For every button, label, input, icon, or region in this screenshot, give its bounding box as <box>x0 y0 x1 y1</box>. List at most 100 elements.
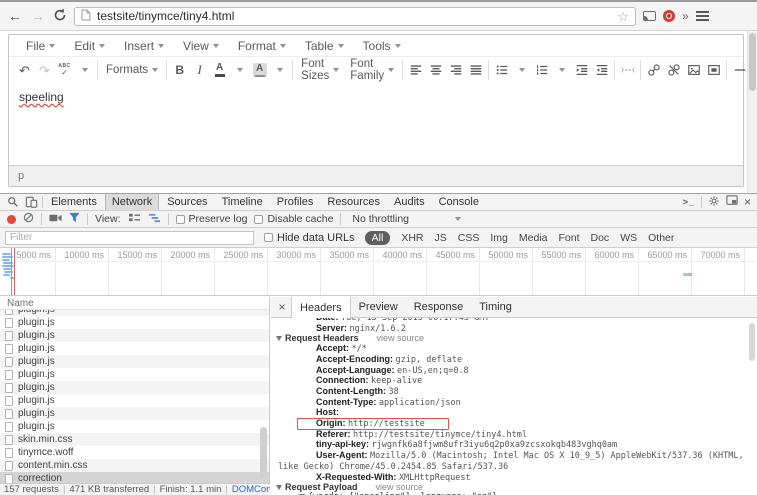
numbered-list-dropdown[interactable] <box>552 60 571 80</box>
element-path[interactable]: p <box>18 170 24 182</box>
text-color-dropdown[interactable] <box>230 60 249 80</box>
formats-dropdown[interactable]: Formats <box>101 64 163 76</box>
filmstrip-button[interactable] <box>49 213 62 226</box>
view-list-button[interactable] <box>128 212 141 226</box>
checkbox-icon[interactable] <box>254 215 263 224</box>
checkbox-icon[interactable] <box>176 215 185 224</box>
tab-response[interactable]: Response <box>406 297 472 317</box>
disable-cache-checkbox[interactable]: Disable cache <box>254 213 333 225</box>
requests-scrollbar-thumb[interactable] <box>260 427 267 479</box>
hide-data-urls-checkbox[interactable]: Hide data URLs <box>264 232 355 244</box>
font-family-dropdown[interactable]: Font Family <box>345 58 399 82</box>
details-scrollbar-thumb[interactable] <box>749 323 755 361</box>
menu-view[interactable]: View <box>174 35 229 56</box>
undo-button[interactable]: ↶ <box>15 60 34 80</box>
back-button[interactable]: ← <box>7 9 23 23</box>
bullet-list-dropdown[interactable] <box>512 60 531 80</box>
forward-button[interactable]: → <box>30 9 46 23</box>
request-row[interactable]: plugin.js <box>0 381 269 394</box>
tab-timing[interactable]: Timing <box>471 297 520 317</box>
filter-type-font[interactable]: Font <box>558 232 579 244</box>
close-details-button[interactable]: × <box>273 297 291 317</box>
filter-type-xhr[interactable]: XHR <box>401 232 423 244</box>
justify-button[interactable] <box>466 60 485 80</box>
filter-type-all[interactable]: All <box>365 231 391 245</box>
bookmark-star-icon[interactable]: ☆ <box>617 10 629 23</box>
request-row[interactable]: plugin.js <box>0 342 269 355</box>
request-row[interactable]: plugin.js <box>0 394 269 407</box>
align-left-button[interactable] <box>406 60 425 80</box>
numbered-list-button[interactable] <box>532 60 551 80</box>
request-row[interactable]: content.min.css <box>0 459 269 472</box>
menu-table[interactable]: Table <box>296 35 354 56</box>
view-source-link[interactable]: view source <box>377 333 425 343</box>
device-mode-button[interactable] <box>23 195 40 210</box>
name-column-header[interactable]: Name <box>0 297 269 310</box>
filter-type-css[interactable]: CSS <box>458 232 480 244</box>
indent-button[interactable] <box>592 60 611 80</box>
tab-profiles[interactable]: Profiles <box>271 194 320 210</box>
redo-button[interactable]: ↷ <box>35 60 54 80</box>
insert-image-button[interactable] <box>684 60 703 80</box>
bullet-list-button[interactable] <box>492 60 511 80</box>
filter-type-img[interactable]: Img <box>490 232 508 244</box>
spellcheck-dropdown[interactable] <box>75 60 94 80</box>
background-color-dropdown[interactable] <box>270 60 289 80</box>
view-waterfall-button[interactable] <box>148 212 161 226</box>
filter-type-js[interactable]: JS <box>435 232 447 244</box>
page-scrollbar[interactable] <box>747 31 757 193</box>
request-row[interactable]: plugin.js <box>0 316 269 329</box>
align-right-button[interactable] <box>446 60 465 80</box>
outdent-button[interactable] <box>572 60 591 80</box>
filter-input[interactable] <box>5 231 254 245</box>
filter-type-ws[interactable]: WS <box>620 232 637 244</box>
tab-timeline[interactable]: Timeline <box>216 194 269 210</box>
request-row[interactable]: tinymce.woff <box>0 446 269 459</box>
italic-button[interactable]: I <box>190 60 209 80</box>
clear-button[interactable] <box>23 212 34 226</box>
request-row[interactable]: plugin.js <box>0 420 269 433</box>
menu-insert[interactable]: Insert <box>115 35 174 56</box>
tab-preview[interactable]: Preview <box>351 297 406 317</box>
filter-type-other[interactable]: Other <box>648 232 674 244</box>
request-row-selected[interactable]: correction <box>0 472 269 483</box>
more-extensions-icon[interactable]: » <box>682 9 689 23</box>
menu-icon[interactable] <box>696 11 709 21</box>
background-color-button[interactable]: A <box>250 60 269 80</box>
page-break-button[interactable] <box>618 60 637 80</box>
settings-gear-icon[interactable] <box>708 195 720 210</box>
preserve-log-checkbox[interactable]: Preserve log <box>176 213 248 225</box>
console-drawer-button[interactable]: >_ <box>683 197 695 207</box>
spellcheck-button[interactable]: ABC✓ <box>55 60 74 80</box>
page-scrollbar-thumb[interactable] <box>749 33 756 91</box>
filter-toggle-button[interactable] <box>69 212 80 226</box>
view-source-link[interactable]: view source <box>376 482 424 492</box>
insert-link-button[interactable] <box>644 60 663 80</box>
font-sizes-dropdown[interactable]: Font Sizes <box>296 58 344 82</box>
tab-resources[interactable]: Resources <box>321 194 386 210</box>
tab-headers[interactable]: Headers <box>291 297 351 318</box>
inspect-element-button[interactable] <box>4 195 21 210</box>
align-center-button[interactable] <box>426 60 445 80</box>
request-row[interactable]: plugin.js <box>0 368 269 381</box>
menu-format[interactable]: Format <box>229 35 296 56</box>
filter-type-media[interactable]: Media <box>519 232 548 244</box>
menu-file[interactable]: File <box>17 35 65 56</box>
tab-sources[interactable]: Sources <box>161 194 213 210</box>
record-button[interactable] <box>7 215 16 224</box>
tab-elements[interactable]: Elements <box>45 194 103 210</box>
insert-media-button[interactable] <box>704 60 723 80</box>
network-overview-timeline[interactable]: 5000 ms 10000 ms 15000 ms 20000 ms 25000… <box>0 248 757 296</box>
throttling-dropdown[interactable]: No throttling <box>348 213 461 225</box>
request-row[interactable]: plugin.js <box>0 355 269 368</box>
request-row[interactable]: plugin.js <box>0 329 269 342</box>
dock-side-button[interactable] <box>726 195 738 209</box>
url-bar[interactable]: testsite/tinymce/tiny4.html ☆ <box>74 7 636 26</box>
request-row[interactable]: skin.min.css <box>0 433 269 446</box>
checkbox-icon[interactable] <box>264 233 273 242</box>
tab-console[interactable]: Console <box>433 194 485 210</box>
reload-button[interactable] <box>53 8 67 25</box>
menu-tools[interactable]: Tools <box>354 35 411 56</box>
red-extension-icon[interactable] <box>663 10 675 22</box>
bold-button[interactable]: B <box>170 60 189 80</box>
